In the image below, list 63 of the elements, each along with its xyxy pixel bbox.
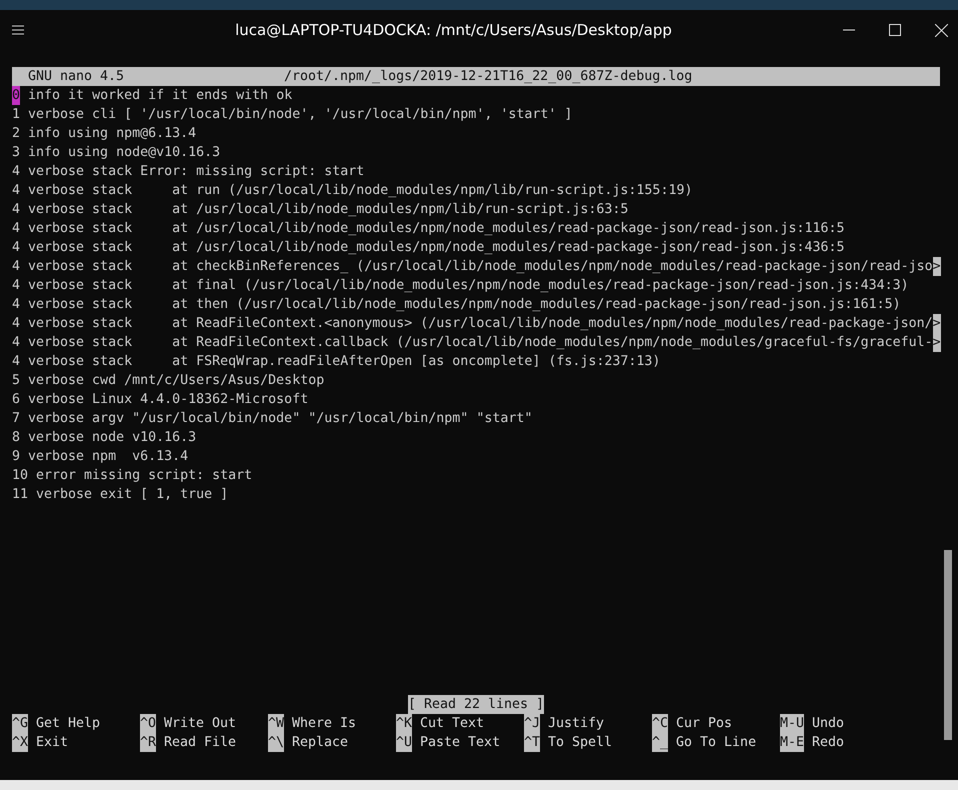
close-icon[interactable] xyxy=(935,24,948,36)
shortcut-label: Read File xyxy=(164,734,236,752)
shortcut-label: Where Is xyxy=(292,715,356,733)
shortcut-key: ^X xyxy=(12,733,28,752)
text-cursor: 0 xyxy=(12,86,20,105)
log-line: 4 verbose stack at ReadFileContext.<anonymous> (/usr/local/lib/node_modules/npm/node_modules/read-package-json/ xyxy=(12,315,933,333)
file-path: /root/.npm/_logs/2019-12-21T16_22_00_687Z-debug.log xyxy=(284,68,692,86)
log-line: 2 info using npm@6.13.4 xyxy=(12,125,196,143)
line-continues-marker: > xyxy=(932,257,941,276)
shortcut-key: M-E xyxy=(780,733,804,752)
log-line: 4 verbose stack at then (/usr/local/lib/node_modules/npm/node_modules/read-package-json/read-json.js:161:5) xyxy=(12,296,901,314)
shortcut-label: To Spell xyxy=(548,734,612,752)
shortcut-key: ^U xyxy=(396,733,412,752)
shortcut-label: Cut Text xyxy=(420,715,484,733)
shortcut-key: ^C xyxy=(652,714,668,733)
log-line: 3 info using node@v10.16.3 xyxy=(12,144,220,162)
shortcut-label: Replace xyxy=(292,734,348,752)
log-line: 8 verbose node v10.16.3 xyxy=(12,429,196,447)
shortcut-key: ^R xyxy=(140,733,156,752)
log-line: 4 verbose stack at /usr/local/lib/node_modules/npm/node_modules/read-package-json/read-json.js:436:5 xyxy=(12,239,845,257)
menu-icon[interactable] xyxy=(12,25,24,35)
log-line: 4 verbose stack at /usr/local/lib/node_modules/npm/node_modules/read-package-json/read-json.js:116:5 xyxy=(12,220,845,238)
nano-version: GNU nano 4.5 xyxy=(28,68,126,86)
shortcut-label: Get Help xyxy=(36,715,100,733)
status-message: [ Read 22 lines ] xyxy=(408,695,544,714)
log-line: 4 verbose stack at ReadFileContext.callback (/usr/local/lib/node_modules/npm/node_modules/graceful-fs/graceful- xyxy=(12,334,933,352)
shortcut-key: ^O xyxy=(140,714,156,733)
log-line: 10 error missing script: start xyxy=(12,467,252,485)
shortcut-key: ^T xyxy=(524,733,540,752)
log-line: 4 verbose stack at run (/usr/local/lib/node_modules/npm/lib/run-script.js:155:19) xyxy=(12,182,692,200)
shortcut-label: Exit xyxy=(36,734,68,752)
shortcut-label: Go To Line xyxy=(676,734,756,752)
shortcut-key: ^J xyxy=(524,714,540,733)
log-line: 4 verbose stack Error: missing script: start xyxy=(12,163,364,181)
shortcut-label: Redo xyxy=(812,734,844,752)
log-line: 11 verbose exit [ 1, true ] xyxy=(12,486,228,504)
line-continues-marker: > xyxy=(932,314,941,333)
maximize-icon[interactable] xyxy=(889,24,901,36)
log-line: 4 verbose stack at checkBinReferences_ (/usr/local/lib/node_modules/npm/node_modules/read-package-json/read-jso xyxy=(12,258,933,276)
log-line: 4 verbose stack at /usr/local/lib/node_modules/npm/lib/run-script.js:63:5 xyxy=(12,201,628,219)
scrollbar-thumb[interactable] xyxy=(944,550,952,740)
log-line: 7 verbose argv "/usr/local/bin/node" "/usr/local/bin/npm" "start" xyxy=(12,410,532,428)
shortcut-label: Undo xyxy=(812,715,844,733)
shortcut-label: Cur Pos xyxy=(676,715,732,733)
shortcut-key: ^_ xyxy=(652,733,668,752)
shortcut-key: ^G xyxy=(12,714,28,733)
line-continues-marker: > xyxy=(932,333,941,352)
window-title: luca@LAPTOP-TU4DOCKA: /mnt/c/Users/Asus/Desktop/app xyxy=(234,21,673,39)
shortcut-label: Justify xyxy=(548,715,604,733)
shortcut-label: Write Out xyxy=(164,715,236,733)
log-line: 6 verbose Linux 4.4.0-18362-Microsoft xyxy=(12,391,308,409)
shortcut-key: ^W xyxy=(268,714,284,733)
log-line: 9 verbose npm v6.13.4 xyxy=(12,448,188,466)
shortcut-key: M-U xyxy=(780,714,804,733)
log-line: 5 verbose cwd /mnt/c/Users/Asus/Desktop xyxy=(12,372,324,390)
log-line: 1 verbose cli [ '/usr/local/bin/node', '/usr/local/bin/npm', 'start' ] xyxy=(12,106,572,124)
minimize-icon[interactable] xyxy=(843,29,855,31)
shortcut-key: ^K xyxy=(396,714,412,733)
shortcut-label: Paste Text xyxy=(420,734,500,752)
shortcut-key: ^\ xyxy=(268,733,284,752)
log-line: 4 verbose stack at final (/usr/local/lib/node_modules/npm/node_modules/read-package-json/read-json.js:434:3) xyxy=(12,277,909,295)
log-line: 4 verbose stack at FSReqWrap.readFileAfterOpen [as oncomplete] (fs.js:237:13) xyxy=(12,353,660,371)
log-line: info it worked if it ends with ok xyxy=(27,87,292,105)
